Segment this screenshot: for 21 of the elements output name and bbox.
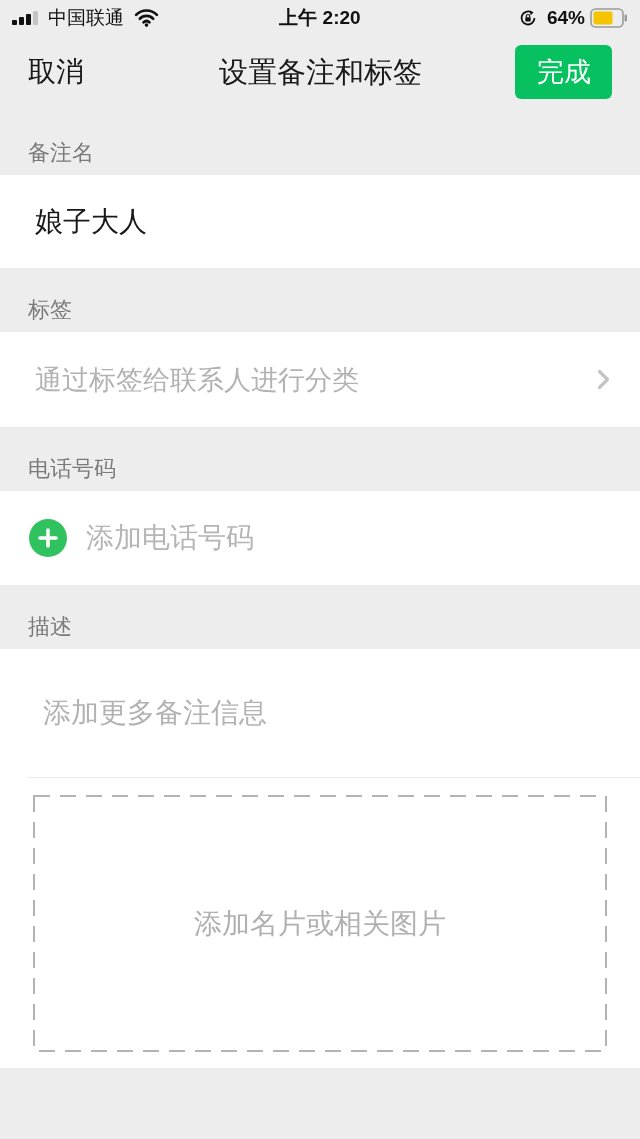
- signal-icon: [12, 10, 40, 25]
- remark-name-field[interactable]: 娘子大人: [0, 175, 640, 268]
- battery-icon: [590, 7, 628, 28]
- battery-percentage: 64%: [546, 5, 585, 30]
- chevron-right-icon: [597, 369, 610, 390]
- tag-picker-button[interactable]: 通过标签给联系人进行分类: [0, 332, 640, 427]
- done-button[interactable]: 完成: [515, 45, 612, 99]
- section-label: 电话号码: [28, 457, 116, 481]
- section-label: 描述: [28, 615, 72, 639]
- rotation-lock-icon: [518, 8, 537, 27]
- section-label: 备注名: [28, 141, 94, 165]
- wifi-icon: [134, 8, 159, 27]
- add-phone-button[interactable]: 添加电话号码: [0, 491, 640, 585]
- clock-time: 上午 2:20: [279, 5, 361, 30]
- page-title: 设置备注和标签: [218, 55, 422, 90]
- carrier-name: 中国联通: [48, 5, 124, 30]
- section-label: 标签: [28, 298, 72, 322]
- cancel-button[interactable]: 取消: [28, 55, 84, 89]
- add-image-button[interactable]: 添加名片或相关图片: [33, 795, 607, 1052]
- add-icon: [29, 519, 67, 557]
- description-field[interactable]: 添加更多备注信息: [0, 649, 640, 777]
